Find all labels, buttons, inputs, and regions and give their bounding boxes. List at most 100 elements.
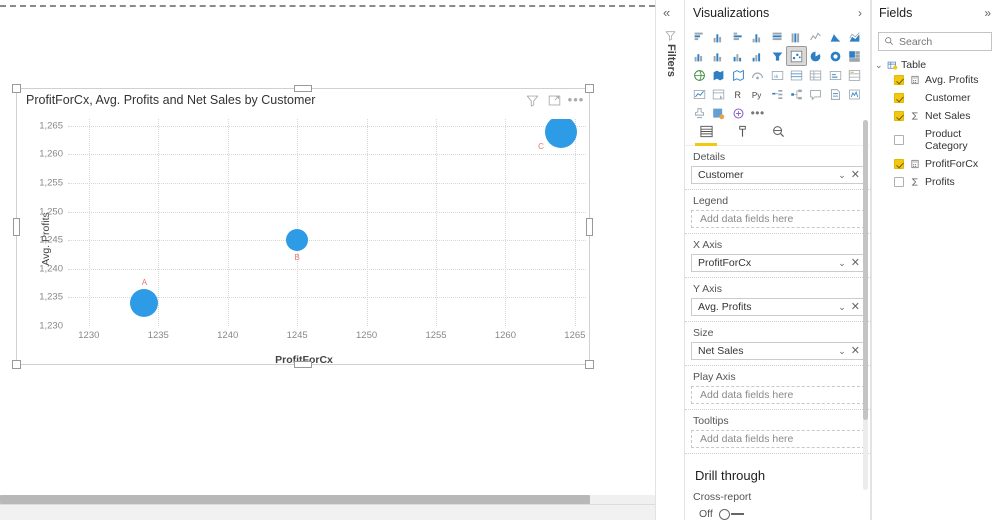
visual-type-map[interactable] [690, 66, 709, 84]
visual-type-ribbon-chart[interactable] [729, 47, 748, 65]
visualizations-scrollbar-track[interactable] [863, 120, 868, 490]
visual-type-100-percent-stacked-bar-chart[interactable] [768, 28, 787, 46]
resize-handle-bottom-left[interactable] [12, 360, 21, 369]
chevron-down-icon[interactable]: ⌄ [875, 60, 884, 71]
remove-field-icon[interactable]: ✕ [851, 169, 860, 181]
field-checkbox[interactable] [894, 93, 904, 103]
data-point-bubble[interactable] [545, 119, 577, 148]
field-row[interactable]: Avg. Profits [875, 71, 999, 89]
visual-type-multi-row-card[interactable] [845, 66, 864, 84]
field-checkbox[interactable] [894, 159, 904, 169]
visual-type-card[interactable] [826, 66, 845, 84]
well-box-y-axis[interactable]: Avg. Profits ⌄ ✕ [691, 298, 865, 316]
chevron-down-icon[interactable]: ⌄ [838, 170, 846, 181]
analytics-tab[interactable] [767, 121, 789, 143]
visual-type-paginated-report[interactable] [826, 85, 845, 103]
fields-tab[interactable] [695, 121, 717, 146]
visual-type-line-chart[interactable] [806, 28, 825, 46]
visual-type-area-chart[interactable] [826, 28, 845, 46]
visualizations-scrollbar-thumb[interactable] [863, 120, 868, 420]
visual-type-treemap[interactable] [845, 47, 864, 65]
well-box-tooltips[interactable]: Add data fields here [691, 430, 865, 448]
well-box-x-axis[interactable]: ProfitForCx ⌄ ✕ [691, 254, 865, 272]
field-checkbox[interactable] [894, 177, 904, 187]
visual-type-decomposition-tree[interactable] [768, 85, 787, 103]
visual-type-matrix[interactable] [806, 66, 825, 84]
field-checkbox[interactable] [894, 75, 904, 85]
resize-handle-top-right[interactable] [585, 84, 594, 93]
visual-type-donut-chart[interactable] [826, 47, 845, 65]
resize-handle-top[interactable] [294, 85, 312, 92]
more-options-icon[interactable]: ••• [568, 93, 584, 107]
visual-type-grid[interactable]: ılı R Py ••• [690, 28, 866, 123]
visual-type-clustered-column-chart[interactable] [748, 28, 767, 46]
search-input[interactable] [899, 35, 986, 48]
visual-type-arcgis-map[interactable] [748, 66, 767, 84]
collapse-visualizations-icon[interactable]: › [858, 6, 862, 20]
visual-type-slicer[interactable] [709, 85, 728, 103]
data-point-bubble[interactable] [286, 229, 309, 252]
visual-type-filled-map[interactable] [709, 66, 728, 84]
focus-mode-icon[interactable] [547, 93, 561, 107]
well-box-legend[interactable]: Add data fields here [691, 210, 865, 228]
visual-type-key-influencer-tree[interactable] [787, 85, 806, 103]
canvas-hscrollbar-thumb[interactable] [0, 495, 590, 504]
visual-type-scatter-chart[interactable] [785, 46, 807, 66]
collapse-fields-icon[interactable]: » [984, 6, 991, 20]
visual-type-r-script-visual[interactable]: R [729, 85, 748, 103]
visual-type-table[interactable] [787, 66, 806, 84]
visual-type-line-and-clustered-column-chart[interactable] [709, 47, 728, 65]
search-field[interactable] [878, 32, 992, 51]
report-canvas[interactable]: ProfitForCx, Avg. Profits and Net Sales … [0, 0, 655, 520]
well-field-name: Avg. Profits [698, 301, 752, 313]
format-tab[interactable] [731, 121, 753, 143]
fields-tree: ⌄ Table Avg. Profits Customer Net Sales Pro… [871, 51, 999, 191]
gridline-horizontal [68, 240, 586, 242]
visual-type-shape-map[interactable] [729, 66, 748, 84]
expand-filters-icon[interactable]: « [663, 6, 670, 19]
resize-handle-bottom-right[interactable] [585, 360, 594, 369]
well-box-size[interactable]: Net Sales ⌄ ✕ [691, 342, 865, 360]
cross-report-toggle[interactable] [718, 508, 745, 520]
well-box-details[interactable]: Customer ⌄ ✕ [691, 166, 865, 184]
scatter-chart-visual[interactable]: ProfitForCx, Avg. Profits and Net Sales … [12, 84, 594, 369]
filters-rail[interactable]: « Filters [655, 0, 685, 520]
field-name: Product Category [925, 128, 968, 152]
resize-handle-top-left[interactable] [12, 84, 21, 93]
remove-field-icon[interactable]: ✕ [851, 257, 860, 269]
field-checkbox[interactable] [894, 111, 904, 121]
visual-type-100-percent-stacked-column-chart[interactable] [787, 28, 806, 46]
field-checkbox[interactable] [894, 135, 904, 145]
remove-field-icon[interactable]: ✕ [851, 345, 860, 357]
field-well-tabs[interactable] [685, 118, 871, 146]
visual-type-key-influencers[interactable]: ılı [768, 66, 787, 84]
visual-type-q-and-a[interactable] [806, 85, 825, 103]
visual-type-stacked-bar-chart[interactable] [690, 28, 709, 46]
chevron-down-icon[interactable]: ⌄ [838, 258, 846, 269]
remove-field-icon[interactable]: ✕ [851, 301, 860, 313]
chevron-down-icon[interactable]: ⌄ [838, 346, 846, 357]
visual-type-smart-narrative[interactable] [845, 85, 864, 103]
visual-type-kpi[interactable] [690, 85, 709, 103]
visual-type-stacked-area-chart[interactable] [845, 28, 864, 46]
visual-type-line-and-stacked-column-chart[interactable] [690, 47, 709, 65]
well-box-play-axis[interactable]: Add data fields here [691, 386, 865, 404]
visual-type-waterfall-chart[interactable] [748, 47, 767, 65]
visual-type-stacked-column-chart[interactable] [709, 28, 728, 46]
table-node[interactable]: ⌄ Table [875, 59, 999, 71]
field-row[interactable]: Customer [875, 89, 999, 107]
visual-type-funnel-chart[interactable] [768, 47, 787, 65]
visual-type-pie-chart[interactable] [806, 47, 825, 65]
data-point-bubble[interactable] [130, 289, 159, 318]
field-row[interactable]: Product Category [875, 125, 999, 155]
resize-handle-right[interactable] [586, 217, 593, 236]
visual-type-python-visual[interactable]: Py [748, 85, 767, 103]
resize-handle-left[interactable] [13, 217, 20, 236]
chevron-down-icon[interactable]: ⌄ [838, 302, 846, 313]
field-row[interactable]: Profits [875, 173, 999, 191]
visual-type-clustered-bar-chart[interactable] [729, 28, 748, 46]
resize-handle-bottom[interactable] [294, 361, 312, 368]
filter-icon[interactable] [525, 93, 539, 107]
field-row[interactable]: ProfitForCx [875, 155, 999, 173]
field-row[interactable]: Net Sales [875, 107, 999, 125]
